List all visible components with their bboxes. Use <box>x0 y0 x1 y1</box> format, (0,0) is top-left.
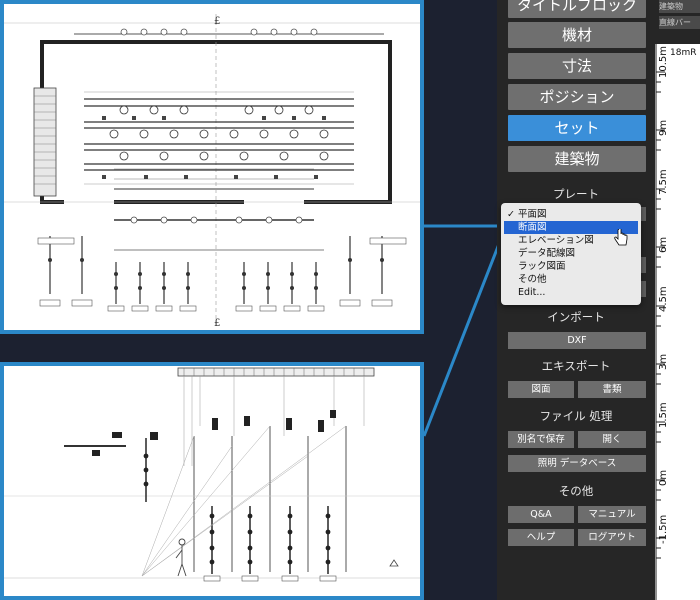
set-button[interactable]: セット <box>508 115 646 141</box>
ruler-corner-label: 18mR <box>670 48 697 58</box>
ruler-label: 6m <box>658 236 669 253</box>
ruler-label: -1.5m <box>658 514 669 544</box>
menu-item-label: ラック図面 <box>518 261 566 272</box>
manual-button[interactable]: マニュアル <box>578 506 646 523</box>
export-drawing-button[interactable]: 図面 <box>508 381 574 398</box>
other-section-title: その他 <box>558 484 594 498</box>
menu-item-label: 平面図 <box>518 209 547 220</box>
ruler-label: 1.5m <box>658 402 669 428</box>
qa-button[interactable]: Q&A <box>508 506 574 523</box>
file-section-title: ファイル 処理 <box>539 409 613 423</box>
ruler-label: 4.5m <box>658 286 669 312</box>
import-section-title: インポート <box>547 310 605 324</box>
vertical-ruler: 18mR 10.5m 9m 7.5m 6m 4.5m 3m 1.5m 0m -1… <box>655 44 700 600</box>
menu-item-edit[interactable]: Edit... <box>504 286 638 299</box>
help-button[interactable]: ヘルプ <box>508 529 574 546</box>
building-button[interactable]: 建築物 <box>508 146 646 172</box>
menu-item-data-wiring[interactable]: データ配線図 <box>504 247 638 260</box>
logout-button[interactable]: ログアウト <box>578 529 646 546</box>
hand-cursor-icon <box>614 229 628 246</box>
right-toolbar: 建築物 直線バー 18mR 10.5m 9m 7.5m 6m 4.5m 3m 1… <box>655 0 700 600</box>
ruler-label: 3m <box>658 353 669 370</box>
ruler-label: 0m <box>658 469 669 486</box>
menu-item-label: Edit... <box>518 287 546 298</box>
checkmark-icon: ✓ <box>507 209 515 220</box>
dxf-import-button[interactable]: DXF <box>508 332 646 349</box>
ruler-label: 10.5m <box>658 45 669 78</box>
building-tab-button[interactable]: 建築物 <box>659 0 700 13</box>
equipment-button[interactable]: 機材 <box>508 22 646 48</box>
lighting-database-button[interactable]: 照明 データベース <box>508 455 646 472</box>
save-as-button[interactable]: 別名で保存 <box>508 431 574 448</box>
menu-item-label: データ配線図 <box>518 248 576 259</box>
export-document-button[interactable]: 書類 <box>578 381 646 398</box>
menu-item-label: 断面図 <box>518 222 547 233</box>
menu-item-label: エレベーション図 <box>518 235 594 246</box>
dimensions-button[interactable]: 寸法 <box>508 53 646 79</box>
plate-dropdown-menu: ✓ 平面図 断面図 エレベーション図 データ配線図 ラック図面 その他 Edit… <box>501 203 641 305</box>
ruler-label: 7.5m <box>658 169 669 195</box>
ruler-label: 9m <box>658 119 669 136</box>
position-button[interactable]: ポジション <box>508 84 646 110</box>
menu-item-label: その他 <box>518 274 547 285</box>
title-block-button[interactable]: タイトルブロック <box>508 0 646 18</box>
export-section-title: エキスポート <box>541 359 611 373</box>
plate-section-title: プレート <box>553 187 599 201</box>
straight-bar-button[interactable]: 直線バー <box>659 16 700 29</box>
menu-item-plan[interactable]: ✓ 平面図 <box>504 208 638 221</box>
menu-item-rack[interactable]: ラック図面 <box>504 260 638 273</box>
open-button[interactable]: 開く <box>578 431 646 448</box>
menu-item-other[interactable]: その他 <box>504 273 638 286</box>
